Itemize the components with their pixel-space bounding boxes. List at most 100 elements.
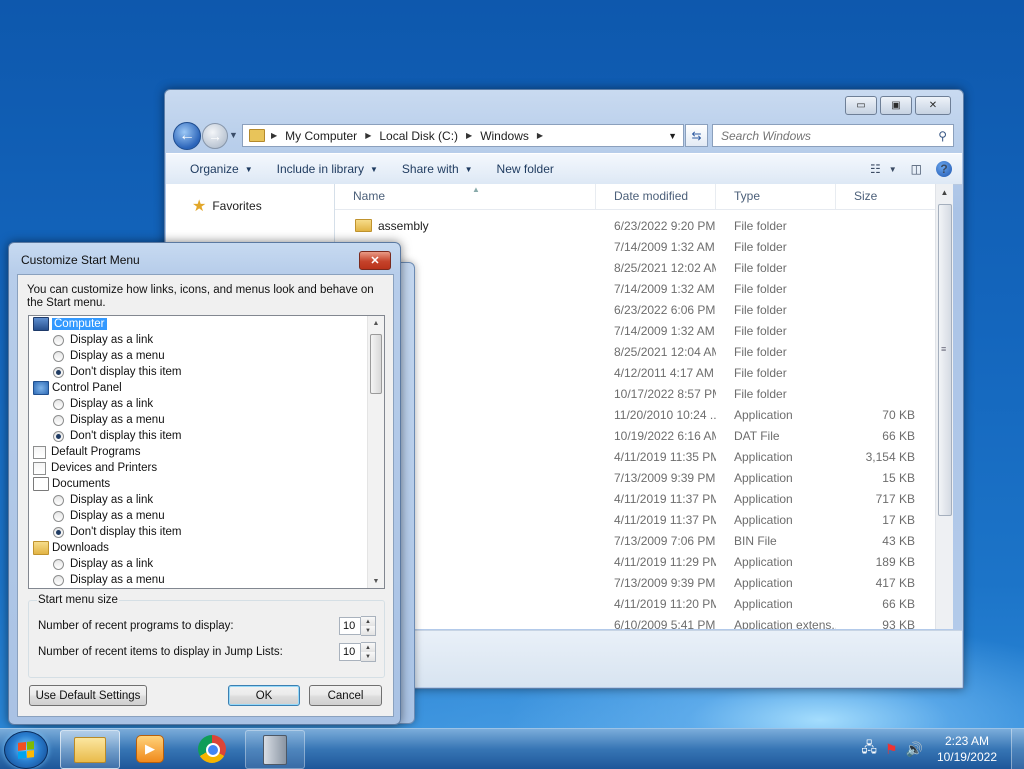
- tree-radio-option[interactable]: Display as a link: [29, 396, 367, 412]
- taskbar-server-manager[interactable]: [245, 730, 305, 769]
- scroll-thumb[interactable]: [938, 204, 952, 516]
- tree-item-cpanel[interactable]: Control Panel: [29, 380, 367, 396]
- include-in-library-button[interactable]: Include in library ▼: [277, 162, 378, 176]
- breadcrumb-my-computer[interactable]: My Computer: [285, 129, 357, 143]
- table-row[interactable]: 11/20/2010 10:24 ... Application 70 KB: [335, 404, 939, 425]
- table-row[interactable]: g4/12/2011 4:17 AMFile folder: [335, 362, 939, 383]
- radio-button[interactable]: [53, 494, 64, 506]
- tree-radio-option[interactable]: Display as a link: [29, 556, 367, 572]
- search-input[interactable]: [719, 127, 923, 144]
- radio-button[interactable]: [53, 574, 64, 586]
- scroll-up-arrow-icon[interactable]: ▲: [368, 316, 384, 330]
- tree-radio-option[interactable]: Display as a link: [29, 332, 367, 348]
- table-row[interactable]: 6/23/2022 6:06 PM File folder: [335, 299, 939, 320]
- tree-radio-option[interactable]: Don't display this item: [29, 524, 367, 540]
- breadcrumb-arrow-icon[interactable]: ▶: [365, 131, 371, 140]
- table-row[interactable]: 7/13/2009 7:06 PM BIN File 43 KB: [335, 530, 939, 551]
- recent-programs-stepper[interactable]: 10 ▲ ▼: [339, 616, 376, 636]
- recent-pages-button[interactable]: ▼: [229, 130, 238, 140]
- options-scrollbar[interactable]: ▲ ▼: [367, 316, 384, 588]
- table-row[interactable]: 8/25/2021 12:02 AM File folder: [335, 257, 939, 278]
- tree-radio-option[interactable]: Display as a menu: [29, 572, 367, 588]
- volume-icon[interactable]: 🔊: [906, 741, 923, 758]
- radio-button[interactable]: [53, 526, 64, 538]
- preview-pane-icon[interactable]: ◫: [911, 162, 922, 176]
- table-row[interactable]: ll6/10/2009 5:41 PMApplication extens...…: [335, 614, 939, 630]
- tree-item-down[interactable]: Downloads: [29, 540, 367, 556]
- tree-item-docs[interactable]: Documents: [29, 476, 367, 492]
- jump-list-stepper[interactable]: 10 ▲ ▼: [339, 642, 376, 662]
- search-box[interactable]: ⚲: [712, 124, 954, 147]
- organize-button[interactable]: Organize ▼: [190, 162, 253, 176]
- radio-button[interactable]: [53, 366, 64, 378]
- scroll-up-arrow-icon[interactable]: ▲: [936, 184, 953, 201]
- address-bar[interactable]: ▶ My Computer ▶ Local Disk (C:) ▶ Window…: [242, 124, 684, 147]
- stepper-down-icon[interactable]: ▼: [361, 652, 375, 661]
- scroll-thumb[interactable]: [370, 334, 382, 394]
- clock[interactable]: 2:23 AM 10/19/2022: [937, 733, 997, 765]
- breadcrumb-local-disk[interactable]: Local Disk (C:): [379, 129, 458, 143]
- table-row[interactable]: r4/11/2019 11:35 PMApplication3,154 KB: [335, 446, 939, 467]
- tree-checkbox-item[interactable]: Devices and Printers: [29, 460, 367, 476]
- tree-radio-option[interactable]: Display as a link: [29, 492, 367, 508]
- new-folder-button[interactable]: New folder: [497, 162, 554, 176]
- radio-button[interactable]: [53, 334, 64, 346]
- column-date-modified[interactable]: Date modified: [596, 184, 716, 209]
- table-row[interactable]: stics7/14/2009 1:32 AMFile folder: [335, 278, 939, 299]
- tree-radio-option[interactable]: Display as a menu: [29, 508, 367, 524]
- tree-radio-option[interactable]: Display as a menu: [29, 348, 367, 364]
- table-row[interactable]: 4/11/2019 11:37 PM Application 17 KB: [335, 509, 939, 530]
- radio-button[interactable]: [53, 558, 64, 570]
- cancel-button[interactable]: Cancel: [309, 685, 382, 706]
- view-options-icon[interactable]: ☷: [870, 162, 881, 176]
- stepper-up-icon[interactable]: ▲: [361, 643, 375, 652]
- breadcrumb-arrow-icon[interactable]: ▶: [466, 131, 472, 140]
- network-icon[interactable]: 🖧: [861, 737, 877, 761]
- radio-button[interactable]: [53, 510, 64, 522]
- forward-button[interactable]: →: [202, 123, 228, 149]
- table-row[interactable]: assembly 6/23/2022 9:20 PM File folder: [335, 215, 939, 236]
- scroll-down-arrow-icon[interactable]: ▼: [368, 574, 384, 588]
- breadcrumb-arrow-icon[interactable]: ▶: [537, 131, 543, 140]
- table-row[interactable]: ne4/11/2019 11:37 PMApplication717 KB: [335, 488, 939, 509]
- tree-radio-option[interactable]: Display as a menu: [29, 412, 367, 428]
- action-center-flag-icon[interactable]: ⚑: [885, 741, 898, 758]
- close-button[interactable]: ✕: [915, 96, 951, 115]
- table-row[interactable]: 7/14/2009 1:32 AM File folder: [335, 320, 939, 341]
- taskbar-chrome[interactable]: [183, 730, 241, 767]
- tree-radio-option[interactable]: Don't display this item: [29, 364, 367, 380]
- breadcrumb-arrow-icon[interactable]: ▶: [271, 131, 277, 140]
- stepper-up-icon[interactable]: ▲: [361, 617, 375, 626]
- checkbox[interactable]: [33, 445, 46, 459]
- table-row[interactable]: 10/17/2022 8:57 PM File folder: [335, 383, 939, 404]
- table-row[interactable]: ate7/13/2009 9:39 PMApplication15 KB: [335, 467, 939, 488]
- radio-button[interactable]: [53, 430, 64, 442]
- search-icon[interactable]: ⚲: [938, 129, 947, 143]
- back-button[interactable]: ←: [173, 122, 201, 150]
- checkbox[interactable]: [33, 461, 46, 475]
- column-type[interactable]: Type: [716, 184, 836, 209]
- tree-item-computer[interactable]: Computer: [29, 316, 367, 332]
- tree-checkbox-item[interactable]: Default Programs: [29, 444, 367, 460]
- use-default-settings-button[interactable]: Use Default Settings: [29, 685, 147, 706]
- jump-list-value[interactable]: 10: [339, 643, 361, 661]
- breadcrumb-windows[interactable]: Windows: [480, 129, 529, 143]
- file-list-scrollbar[interactable]: ▲ ≡: [935, 184, 953, 629]
- share-with-button[interactable]: Share with ▼: [402, 162, 473, 176]
- recent-programs-value[interactable]: 10: [339, 617, 361, 635]
- chevron-down-icon[interactable]: ▼: [889, 165, 897, 174]
- help-icon[interactable]: ?: [936, 161, 952, 177]
- refresh-button[interactable]: ⇆: [685, 124, 708, 147]
- show-desktop-button[interactable]: [1011, 729, 1024, 769]
- radio-button[interactable]: [53, 398, 64, 410]
- address-dropdown-icon[interactable]: ▼: [668, 131, 677, 141]
- maximize-button[interactable]: ▣: [880, 96, 912, 115]
- table-row[interactable]: 7/13/2009 9:39 PM Application 417 KB: [335, 572, 939, 593]
- start-button[interactable]: [4, 731, 48, 769]
- table-row[interactable]: d4/11/2019 11:29 PMApplication189 KB: [335, 551, 939, 572]
- table-row[interactable]: 7/14/2009 1:32 AM File folder: [335, 236, 939, 257]
- column-size[interactable]: Size: [836, 184, 939, 209]
- tree-radio-option[interactable]: Don't display this item: [29, 428, 367, 444]
- taskbar-media-player[interactable]: ▶: [121, 730, 179, 767]
- table-row[interactable]: 644/11/2019 11:20 PMApplication66 KB: [335, 593, 939, 614]
